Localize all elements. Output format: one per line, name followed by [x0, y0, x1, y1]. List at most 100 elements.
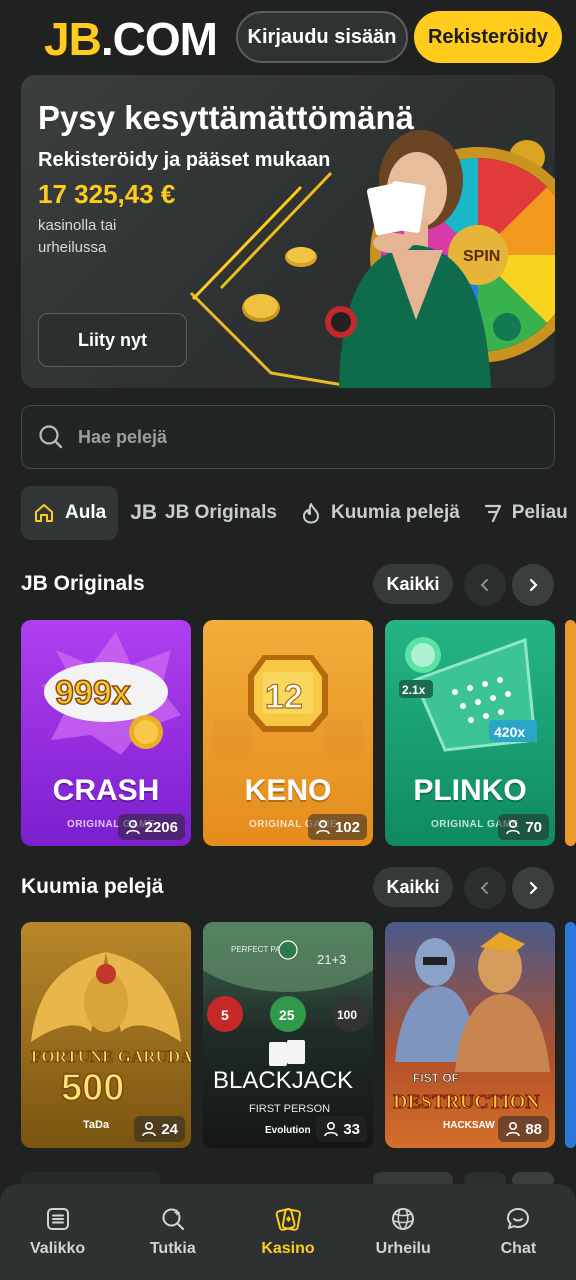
player-count-badge: 70 — [498, 814, 549, 840]
svg-text:Evolution: Evolution — [265, 1125, 311, 1136]
game-card-plinko[interactable]: 2.1x 420x PLINKO ORIGINAL GAME 70 — [385, 620, 555, 846]
category-tabs: Aula JB JB Originals Kuumia pelejä Pelia… — [21, 486, 576, 540]
carousel-next-button[interactable] — [512, 564, 554, 606]
svg-text:100: 100 — [337, 1008, 357, 1022]
nav-label: Urheilu — [375, 1240, 431, 1257]
hot-games-header: Kuumia pelejä Kaikki — [21, 867, 555, 909]
game-title: CRASH — [52, 774, 160, 807]
crash-artwork: 999x — [41, 632, 181, 755]
game-title: KENO — [244, 774, 332, 807]
menu-icon — [46, 1208, 69, 1230]
explore-icon — [162, 1208, 184, 1231]
game-card-peek[interactable] — [565, 922, 576, 1148]
svg-text:SPIN: SPIN — [463, 248, 500, 265]
nav-tutkia[interactable]: Tutkia — [115, 1184, 230, 1280]
tab-label: Aula — [65, 502, 107, 523]
tab-aula[interactable]: Aula — [21, 486, 119, 540]
svg-text:FIRST PERSON: FIRST PERSON — [249, 1103, 330, 1115]
game-card-fortune-garuda[interactable]: FORTUNE GARUDA 500 TaDa 24 — [21, 922, 191, 1148]
tab-peliautomaatit[interactable]: Peliau — [472, 486, 576, 540]
user-icon — [506, 1121, 521, 1137]
chat-icon — [507, 1208, 530, 1229]
section-title: JB Originals — [21, 572, 145, 595]
register-button[interactable]: Rekisteröidy — [414, 11, 562, 63]
tab-jb-originals[interactable]: JB JB Originals — [118, 486, 289, 540]
casino-icon — [275, 1207, 301, 1231]
banner-title: Pysy kesyttämättömänä — [38, 99, 415, 136]
search-icon — [39, 425, 63, 449]
banner-amount: 17 325,43 € — [38, 179, 176, 209]
player-count: 2206 — [144, 818, 178, 836]
plinko-artwork: 2.1x 420x — [399, 637, 537, 752]
game-card-keno[interactable]: 12 KENO ORIGINAL GAME 102 — [203, 620, 373, 846]
fortune-garuda-artwork: FORTUNE GARUDA 500 TaDa — [31, 952, 191, 1131]
slot-seven-icon — [484, 503, 502, 523]
section-title: Kuumia pelejä — [21, 875, 164, 898]
jb-originals-header: JB Originals Kaikki — [21, 564, 555, 606]
carousel-prev-button[interactable] — [464, 867, 506, 909]
chevron-left-icon — [480, 882, 488, 894]
flame-icon — [301, 502, 321, 524]
bottom-navigation: Valikko Tutkia Kasino Urheilu Chat — [0, 1184, 576, 1280]
player-count: 33 — [343, 1120, 360, 1138]
player-count-badge: 33 — [316, 1116, 367, 1142]
game-title: PLINKO — [413, 774, 527, 807]
nav-kasino[interactable]: Kasino — [230, 1184, 345, 1280]
game-card-fist-of-destruction[interactable]: FIST OF DESTRUCTION HACKSAW 88 — [385, 922, 555, 1148]
svg-text:25: 25 — [279, 1007, 295, 1023]
banner-note: kasinolla tai urheilussa — [38, 217, 117, 256]
player-count: 24 — [161, 1120, 178, 1138]
promo-banner[interactable]: SPIN Pysy kesyttämättömänä Rekisteröidy … — [21, 75, 555, 388]
home-icon — [33, 502, 55, 524]
keno-artwork: 12 — [213, 655, 363, 758]
game-card-peek[interactable] — [565, 620, 576, 846]
player-count-badge: 24 — [134, 1116, 185, 1142]
banner-subtitle: Rekisteröidy ja pääset mukaan — [38, 149, 331, 171]
game-card-blackjack[interactable]: PERFECT PAIRS 21+3 5 25 100 BLACKJACK FI… — [203, 922, 373, 1148]
tab-label: JB Originals — [165, 502, 277, 523]
see-all-button[interactable]: Kaikki — [373, 867, 453, 907]
carousel-next-button[interactable] — [512, 867, 554, 909]
tab-label: Peliau — [511, 502, 568, 523]
join-now-button[interactable]: Liity nyt — [38, 313, 187, 367]
nav-label: Valikko — [30, 1240, 86, 1257]
user-icon — [324, 1121, 339, 1137]
player-count: 102 — [334, 818, 360, 836]
see-all-button[interactable]: Kaikki — [373, 564, 453, 604]
svg-text:FIST OF: FIST OF — [413, 1071, 459, 1085]
user-icon — [125, 819, 140, 835]
svg-text:TaDa: TaDa — [83, 1119, 110, 1131]
svg-text:500: 500 — [61, 1067, 124, 1109]
player-count-badge: 88 — [498, 1116, 549, 1142]
svg-text:BLACKJACK: BLACKJACK — [213, 1067, 353, 1094]
chevron-right-icon — [529, 578, 538, 592]
carousel-prev-button[interactable] — [464, 564, 506, 606]
svg-text:21+3: 21+3 — [317, 952, 346, 967]
login-button[interactable]: Kirjaudu sisään — [236, 11, 408, 63]
svg-text:12: 12 — [265, 678, 303, 716]
nav-valikko[interactable]: Valikko — [0, 1184, 115, 1280]
search-input[interactable]: Hae pelejä — [21, 405, 555, 469]
nav-label: Kasino — [261, 1240, 315, 1257]
svg-text:DESTRUCTION: DESTRUCTION — [393, 1091, 540, 1113]
player-count-badge: 2206 — [117, 814, 185, 840]
nav-urheilu[interactable]: Urheilu — [346, 1184, 461, 1280]
nav-chat[interactable]: Chat — [461, 1184, 576, 1280]
svg-text:5: 5 — [221, 1007, 229, 1023]
svg-text:999x: 999x — [55, 674, 131, 712]
search-placeholder: Hae pelejä — [78, 426, 168, 447]
sports-ball-icon — [392, 1208, 415, 1230]
svg-text:FORTUNE GARUDA: FORTUNE GARUDA — [31, 1047, 191, 1066]
player-count-badge: 102 — [307, 814, 367, 840]
blackjack-artwork: PERFECT PAIRS 21+3 5 25 100 BLACKJACK FI… — [203, 922, 373, 1136]
hot-games-carousel: FORTUNE GARUDA 500 TaDa 24 PERFECT PAIRS… — [21, 922, 576, 1148]
player-count: 70 — [525, 818, 542, 836]
nav-label: Tutkia — [149, 1240, 196, 1257]
svg-text:2.1x: 2.1x — [402, 683, 426, 697]
jb-logo[interactable]: JB.COM — [44, 12, 218, 66]
game-card-crash[interactable]: 999x CRASH ORIGINAL GAME 2206 — [21, 620, 191, 846]
player-count: 88 — [525, 1120, 542, 1138]
tab-kuumia-peleja[interactable]: Kuumia pelejä — [289, 486, 472, 540]
tab-label: Kuumia pelejä — [330, 502, 460, 523]
top-header: JB.COM Kirjaudu sisään Rekisteröidy — [0, 0, 576, 74]
